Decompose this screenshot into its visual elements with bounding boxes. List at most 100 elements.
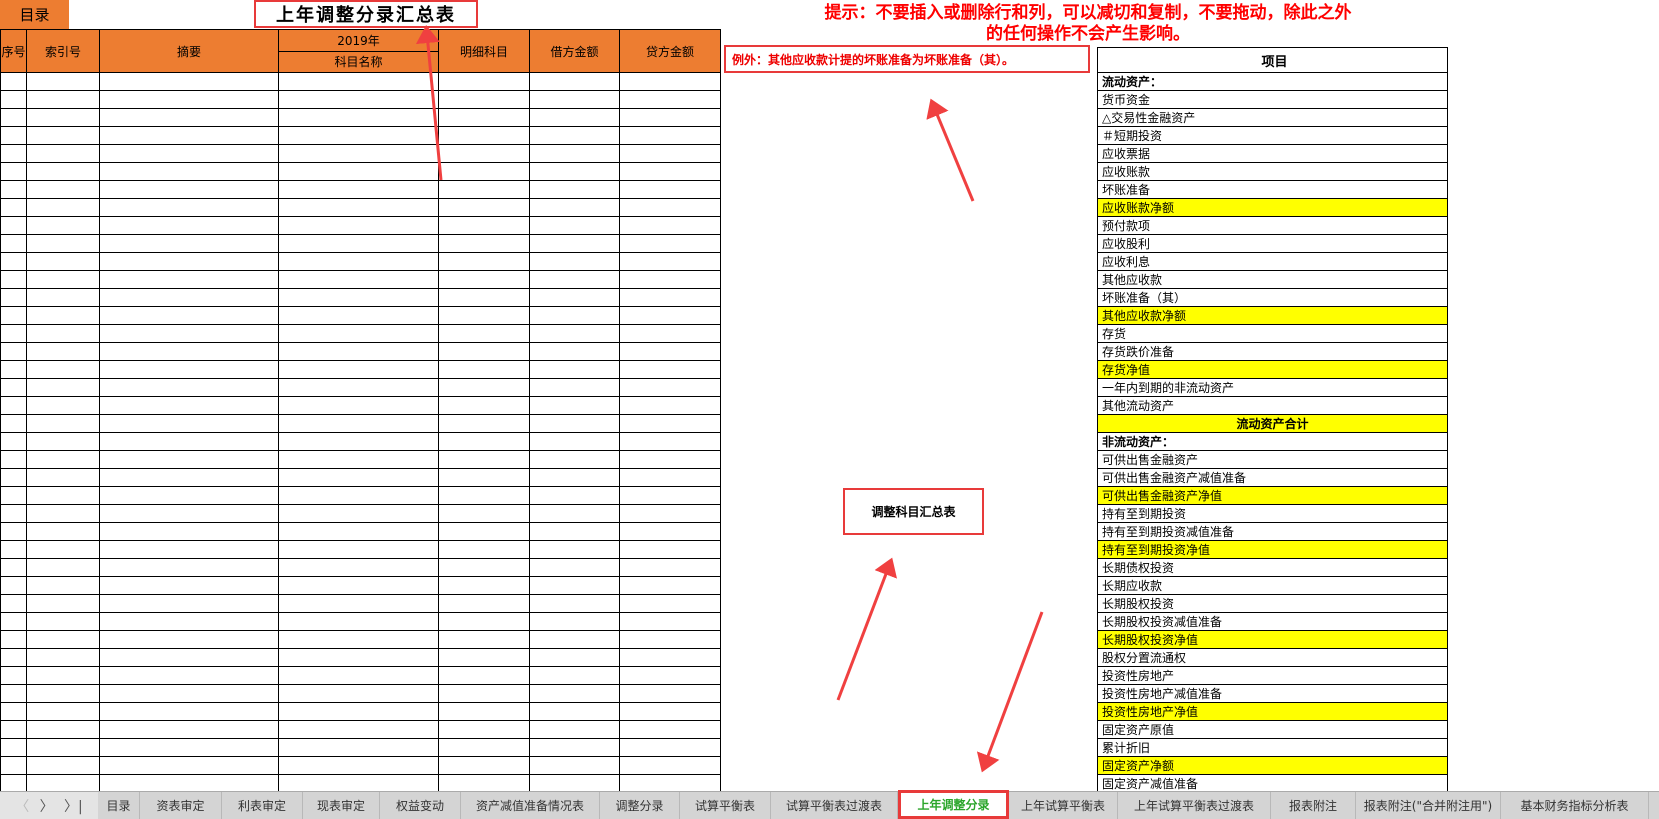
cell[interactable] — [99, 108, 279, 127]
item-label[interactable]: 长期股权投资净值 — [1097, 630, 1448, 649]
cell[interactable] — [619, 234, 721, 253]
cell[interactable] — [619, 486, 721, 505]
cell[interactable] — [0, 756, 27, 775]
cell[interactable] — [99, 198, 279, 217]
cell[interactable] — [0, 270, 27, 289]
cell[interactable] — [529, 432, 620, 451]
cell[interactable] — [278, 720, 439, 739]
cell[interactable] — [99, 360, 279, 379]
cell[interactable] — [0, 468, 27, 487]
cell[interactable] — [99, 378, 279, 397]
item-label[interactable]: 应收账款 — [1097, 162, 1448, 181]
cell[interactable] — [619, 162, 721, 181]
item-label[interactable]: 坏账准备（其） — [1097, 288, 1448, 307]
cell[interactable] — [99, 162, 279, 181]
cell[interactable] — [438, 180, 530, 199]
cell[interactable] — [529, 414, 620, 433]
cell[interactable] — [438, 144, 530, 163]
cell[interactable] — [99, 306, 279, 325]
cell[interactable] — [438, 666, 530, 685]
cell[interactable] — [26, 288, 100, 307]
cell[interactable] — [99, 756, 279, 775]
item-label[interactable]: 存货 — [1097, 324, 1448, 343]
cell[interactable] — [619, 738, 721, 757]
cell[interactable] — [0, 396, 27, 415]
cell[interactable] — [0, 288, 27, 307]
sheet-tab[interactable]: 权益变动 — [380, 792, 461, 819]
cell[interactable] — [99, 576, 279, 595]
cell[interactable] — [438, 306, 530, 325]
cell[interactable] — [529, 504, 620, 523]
cell[interactable] — [438, 396, 530, 415]
cell[interactable] — [619, 126, 721, 145]
cell[interactable] — [278, 234, 439, 253]
cell[interactable] — [99, 504, 279, 523]
cell[interactable] — [438, 378, 530, 397]
cell[interactable] — [278, 144, 439, 163]
cell[interactable] — [278, 288, 439, 307]
cell[interactable] — [438, 504, 530, 523]
cell[interactable] — [529, 558, 620, 577]
cell[interactable] — [26, 630, 100, 649]
cell[interactable] — [619, 702, 721, 721]
cell[interactable] — [0, 378, 27, 397]
cell[interactable] — [529, 162, 620, 181]
cell[interactable] — [99, 414, 279, 433]
cell[interactable] — [278, 432, 439, 451]
cell[interactable] — [0, 486, 27, 505]
item-label[interactable]: 固定资产原值 — [1097, 720, 1448, 739]
cell[interactable] — [0, 774, 27, 793]
cell[interactable] — [438, 216, 530, 235]
cell[interactable] — [99, 126, 279, 145]
cell[interactable] — [26, 576, 100, 595]
cell[interactable] — [529, 126, 620, 145]
item-label[interactable]: 固定资产净额 — [1097, 756, 1448, 775]
cell[interactable] — [0, 540, 27, 559]
cell[interactable] — [619, 306, 721, 325]
item-label[interactable]: 存货跌价准备 — [1097, 342, 1448, 361]
cell[interactable] — [619, 630, 721, 649]
cell[interactable] — [278, 738, 439, 757]
cell[interactable] — [99, 738, 279, 757]
cell[interactable] — [529, 144, 620, 163]
cell[interactable] — [278, 468, 439, 487]
cell[interactable] — [0, 684, 27, 703]
cell[interactable] — [529, 468, 620, 487]
cell[interactable] — [619, 324, 721, 343]
cell[interactable] — [278, 306, 439, 325]
cell[interactable] — [0, 108, 27, 127]
cell[interactable] — [619, 432, 721, 451]
cell[interactable] — [26, 414, 100, 433]
cell[interactable] — [26, 756, 100, 775]
cell[interactable] — [619, 450, 721, 469]
cell[interactable] — [278, 378, 439, 397]
cell[interactable] — [26, 270, 100, 289]
cell[interactable] — [0, 252, 27, 271]
sheet-tab[interactable]: 基本财务指标分析表 — [1501, 792, 1649, 819]
cell[interactable] — [529, 684, 620, 703]
item-label[interactable]: 流动资产： — [1097, 72, 1448, 91]
cell[interactable] — [619, 774, 721, 793]
cell[interactable] — [0, 504, 27, 523]
cell[interactable] — [26, 432, 100, 451]
cell[interactable] — [26, 774, 100, 793]
item-label[interactable]: 其他流动资产 — [1097, 396, 1448, 415]
cell[interactable] — [438, 108, 530, 127]
cell[interactable] — [0, 558, 27, 577]
cell[interactable] — [26, 540, 100, 559]
cell[interactable] — [619, 396, 721, 415]
cell[interactable] — [0, 360, 27, 379]
cell[interactable] — [438, 558, 530, 577]
cell[interactable] — [0, 648, 27, 667]
cell[interactable] — [0, 414, 27, 433]
cell[interactable] — [529, 378, 620, 397]
cell[interactable] — [619, 684, 721, 703]
cell[interactable] — [26, 216, 100, 235]
cell[interactable] — [619, 270, 721, 289]
cell[interactable] — [99, 558, 279, 577]
item-label[interactable]: 预付款项 — [1097, 216, 1448, 235]
cell[interactable] — [278, 504, 439, 523]
cell[interactable] — [278, 198, 439, 217]
cell[interactable] — [0, 738, 27, 757]
cell[interactable] — [529, 306, 620, 325]
